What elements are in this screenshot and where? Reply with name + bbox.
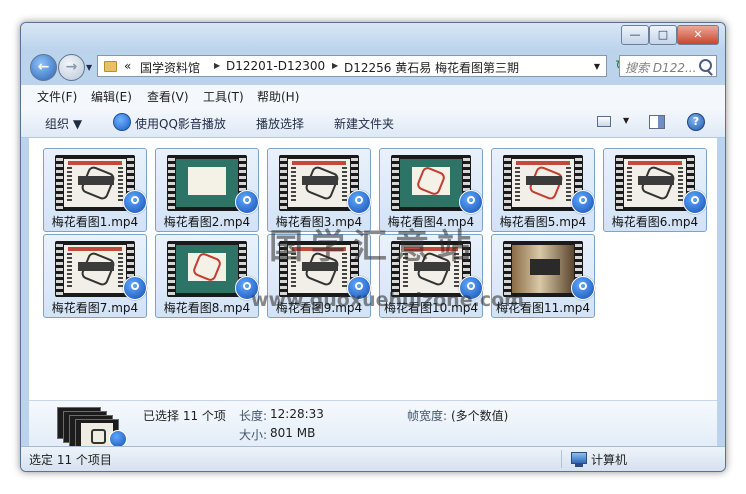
qq-video-icon [459, 190, 483, 214]
back-button[interactable]: ← [30, 54, 57, 81]
computer-icon [571, 452, 587, 467]
navigation-bar: ← → ▼ « 国学资料馆 ▶ D12201-D12300 ▶ D12256 黄… [21, 51, 725, 81]
film-strip [56, 241, 63, 297]
file-item[interactable]: 梅花看图6.mp4 [603, 148, 707, 232]
thumbnail-frame [288, 159, 350, 207]
recent-pages-dropdown-icon[interactable]: ▼ [86, 63, 92, 72]
folder-icon [104, 61, 117, 72]
search-input[interactable]: 搜索 D122... [619, 55, 717, 77]
breadcrumb-separator-icon[interactable]: ▶ [332, 61, 338, 70]
film-strip [56, 155, 63, 211]
file-name: 梅花看图1.mp4 [51, 215, 139, 229]
frame-width-label: 帧宽度: [407, 409, 448, 423]
length-value: 12:28:33 [270, 407, 324, 421]
file-item[interactable]: 梅花看图8.mp4 [155, 234, 259, 318]
thumbnail-frame [64, 245, 126, 293]
status-selection-count: 选定 11 个项目 [29, 453, 112, 467]
watermark-text: 国学汇意站 [269, 227, 479, 267]
breadcrumb-separator-icon[interactable]: ▶ [214, 61, 220, 70]
film-strip [168, 241, 175, 297]
status-bar: 选定 11 个项目 计算机 [21, 446, 725, 471]
file-name: 梅花看图7.mp4 [51, 301, 139, 315]
file-item[interactable]: 梅花看图2.mp4 [155, 148, 259, 232]
view-options-dropdown-icon[interactable]: ▼ [623, 116, 629, 125]
length-label: 长度: [239, 409, 268, 423]
menu-help[interactable]: 帮助(H) [257, 88, 299, 105]
file-name: 梅花看图2.mp4 [163, 215, 251, 229]
film-strip [168, 155, 175, 211]
new-folder-button[interactable]: 新建文件夹 [334, 115, 394, 132]
menu-file[interactable]: 文件(F) [37, 88, 77, 105]
arrow-left-icon: ← [37, 59, 50, 75]
status-divider [561, 450, 562, 468]
size-label: 大小: [239, 428, 268, 442]
frame-width-value: (多个数值) [451, 409, 509, 423]
file-item[interactable]: 梅花看图7.mp4 [43, 234, 147, 318]
watermark-url: www.guoxuehuizone.com [251, 289, 524, 311]
breadcrumb-item[interactable]: D12256 黄石易 梅花看图第三期 [344, 59, 519, 76]
breadcrumb-overflow[interactable]: « [124, 59, 131, 73]
breadcrumb-item[interactable]: D12201-D12300 [226, 59, 325, 73]
menu-bar: 文件(F) 编辑(E) 查看(V) 工具(T) 帮助(H) [21, 85, 725, 107]
address-bar[interactable]: « 国学资料馆 ▶ D12201-D12300 ▶ D12256 黄石易 梅花看… [97, 55, 607, 77]
maximize-button[interactable]: □ [649, 25, 677, 45]
qq-video-icon [571, 190, 595, 214]
file-name: 梅花看图8.mp4 [163, 301, 251, 315]
qq-player-icon [113, 113, 131, 131]
command-bar: 组织 ▼ 使用QQ影音播放 播放选择 新建文件夹 ▼ ? [21, 107, 725, 138]
file-list-view[interactable]: 梅花看图1.mp4 梅花看图2.mp4 梅花看图3.mp4 梅花看图4.mp4 梅花看图… [29, 138, 717, 400]
explorer-window: — □ ✕ ← → ▼ « 国学资料馆 ▶ D12201-D12300 ▶ D1… [20, 22, 726, 472]
details-pane: 已选择 11 个项 长度: 12:28:33 帧宽度: (多个数值) 大小: 8… [29, 400, 717, 451]
status-location: 计算机 [591, 453, 628, 467]
size-value: 801 MB [270, 426, 316, 440]
arrow-right-icon: → [65, 59, 78, 75]
help-icon[interactable]: ? [687, 113, 705, 131]
thumbnail-frame [512, 245, 574, 293]
play-selection-button[interactable]: 播放选择 [256, 115, 304, 132]
file-name: 梅花看图5.mp4 [499, 215, 587, 229]
thumbnail-frame [176, 245, 238, 293]
menu-edit[interactable]: 编辑(E) [91, 88, 132, 105]
film-strip [504, 155, 511, 211]
thumbnail-frame [624, 159, 686, 207]
file-name: 梅花看图6.mp4 [611, 215, 699, 229]
file-item[interactable]: 梅花看图5.mp4 [491, 148, 595, 232]
minimize-button[interactable]: — [621, 25, 649, 45]
file-item[interactable]: 梅花看图1.mp4 [43, 148, 147, 232]
address-dropdown-icon[interactable]: ▼ [594, 62, 600, 71]
thumbnail-frame [400, 159, 462, 207]
search-icon[interactable] [699, 59, 712, 72]
title-bar[interactable]: — □ ✕ [21, 23, 725, 51]
qq-video-icon [571, 276, 595, 300]
forward-button[interactable]: → [58, 54, 85, 81]
play-with-qq-button[interactable]: 使用QQ影音播放 [135, 115, 226, 132]
thumbnail-frame [64, 159, 126, 207]
qq-video-icon [123, 190, 147, 214]
close-button[interactable]: ✕ [677, 25, 719, 45]
qq-video-icon [683, 190, 707, 214]
change-view-icon[interactable] [597, 116, 611, 127]
thumbnail-frame [176, 159, 238, 207]
preview-pane-icon[interactable] [649, 115, 665, 129]
menu-tools[interactable]: 工具(T) [203, 88, 244, 105]
qq-video-icon [347, 190, 371, 214]
menu-view[interactable]: 查看(V) [147, 88, 189, 105]
selected-count: 已选择 11 个项 [143, 409, 226, 423]
organize-button[interactable]: 组织 ▼ [45, 115, 82, 132]
film-strip [616, 155, 623, 211]
qq-video-icon [123, 276, 147, 300]
search-placeholder: 搜索 D122... [625, 61, 697, 75]
film-strip [280, 155, 287, 211]
breadcrumb-item[interactable]: 国学资料馆 [140, 59, 200, 76]
thumbnail-frame [512, 159, 574, 207]
qq-video-icon [235, 190, 259, 214]
film-strip [392, 155, 399, 211]
